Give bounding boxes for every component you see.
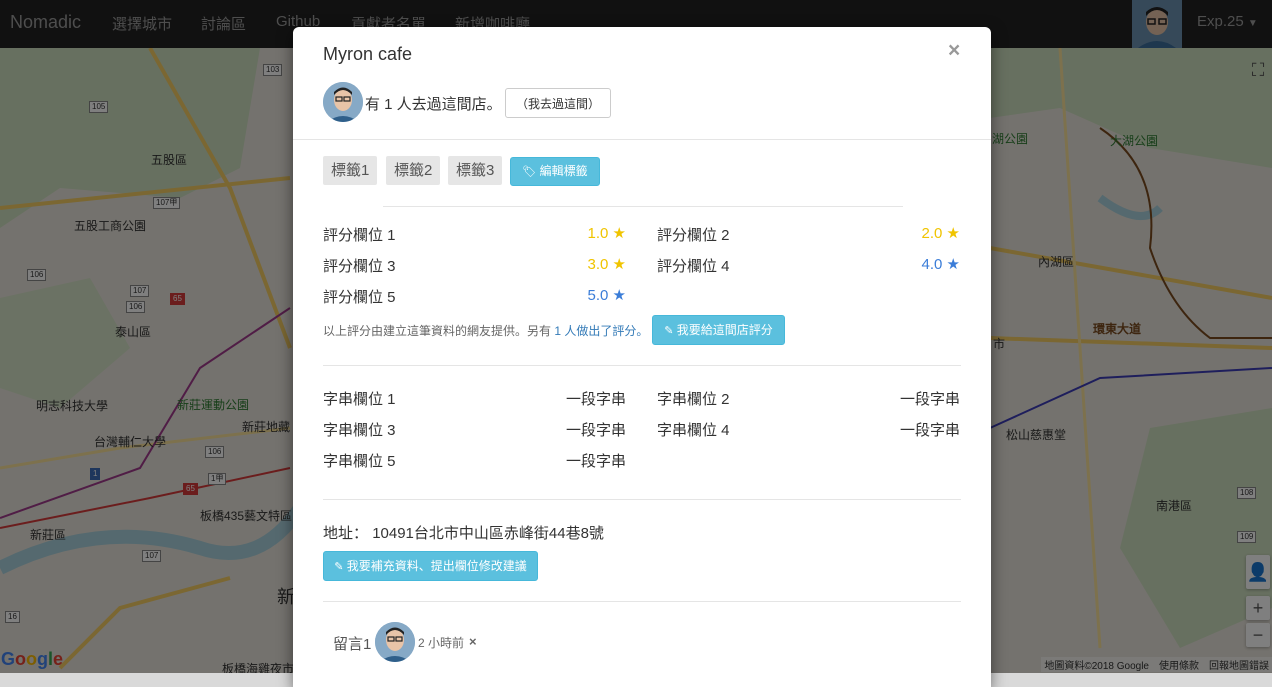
string-field-label: 字串欄位 5	[323, 453, 396, 470]
cafe-detail-modal: Myron cafe × 有 1 人去過這間店。 （我去過這間） 標籤1 標籤2…	[293, 27, 991, 687]
string-field-label: 字串欄位 3	[323, 422, 396, 439]
rate-cafe-label: 我要給這間店評分	[676, 323, 773, 337]
string-field-value: 一段字串	[565, 453, 626, 470]
rating-value: 1.0 ★	[587, 225, 626, 242]
rating-label: 評分欄位 3	[323, 258, 396, 275]
rating-value: 4.0 ★	[921, 256, 960, 273]
edit-icon: ✎	[664, 325, 674, 337]
visitor-avatar[interactable]	[323, 82, 363, 122]
divider	[323, 365, 961, 366]
address-label: 地址：	[323, 525, 369, 542]
visit-count-text: 有 1 人去過這間店。	[365, 96, 502, 113]
string-field-label: 字串欄位 2	[657, 391, 730, 408]
rating-value: 3.0 ★	[587, 256, 626, 273]
rating-count-link[interactable]: 1 人做出了評分。	[554, 324, 648, 338]
suggest-edit-label: 我要補充資料、提出欄位修改建議	[346, 559, 527, 573]
suggest-edit-button[interactable]: ✎ 我要補充資料、提出欄位修改建議	[323, 551, 538, 581]
commenter-avatar[interactable]	[375, 622, 415, 662]
string-field-label: 字串欄位 1	[323, 391, 396, 408]
rating-value: 2.0 ★	[921, 225, 960, 242]
pencil-icon: ✎	[334, 561, 344, 573]
tag-chip[interactable]: 標籤1	[323, 156, 378, 185]
rating-label: 評分欄位 2	[657, 227, 730, 244]
comment-time: 2 小時前	[418, 636, 465, 650]
tag-chip[interactable]: 標籤3	[448, 156, 503, 185]
close-icon[interactable]: ×	[948, 39, 960, 63]
divider	[383, 206, 903, 207]
string-field-label: 字串欄位 4	[657, 422, 730, 439]
edit-tags-label: 編輯標籤	[539, 164, 588, 178]
rating-label: 評分欄位 5	[323, 289, 396, 306]
rating-note-text: 以上評分由建立這筆資料的網友提供。另有	[323, 324, 555, 338]
modal-header: Myron cafe × 有 1 人去過這間店。 （我去過這間）	[293, 27, 991, 140]
string-field-value: 一段字串	[899, 422, 960, 439]
cafe-title: Myron cafe	[323, 44, 413, 64]
address-row: 地址： 10491台北市中山區赤峰街44巷8號	[323, 522, 604, 543]
comment-label: 留言1	[333, 636, 372, 653]
rating-label: 評分欄位 1	[323, 227, 396, 244]
string-field-value: 一段字串	[565, 422, 626, 439]
visited-button[interactable]: （我去過這間）	[505, 88, 611, 118]
delete-comment-icon[interactable]: ×	[469, 634, 477, 649]
rating-label: 評分欄位 4	[657, 258, 730, 275]
divider	[323, 601, 961, 602]
edit-tags-button[interactable]: 🏷 編輯標籤	[510, 157, 600, 186]
tag-icon: 🏷	[522, 166, 537, 178]
rate-cafe-button[interactable]: ✎ 我要給這間店評分	[652, 315, 785, 345]
rating-note: 以上評分由建立這筆資料的網友提供。另有 1 人做出了評分。	[323, 322, 648, 339]
string-field-value: 一段字串	[565, 391, 626, 408]
address-value: 10491台北市中山區赤峰街44巷8號	[372, 525, 604, 542]
string-field-value: 一段字串	[899, 391, 960, 408]
divider	[323, 499, 961, 500]
rating-value: 5.0 ★	[587, 287, 626, 304]
tag-chip[interactable]: 標籤2	[386, 156, 441, 185]
